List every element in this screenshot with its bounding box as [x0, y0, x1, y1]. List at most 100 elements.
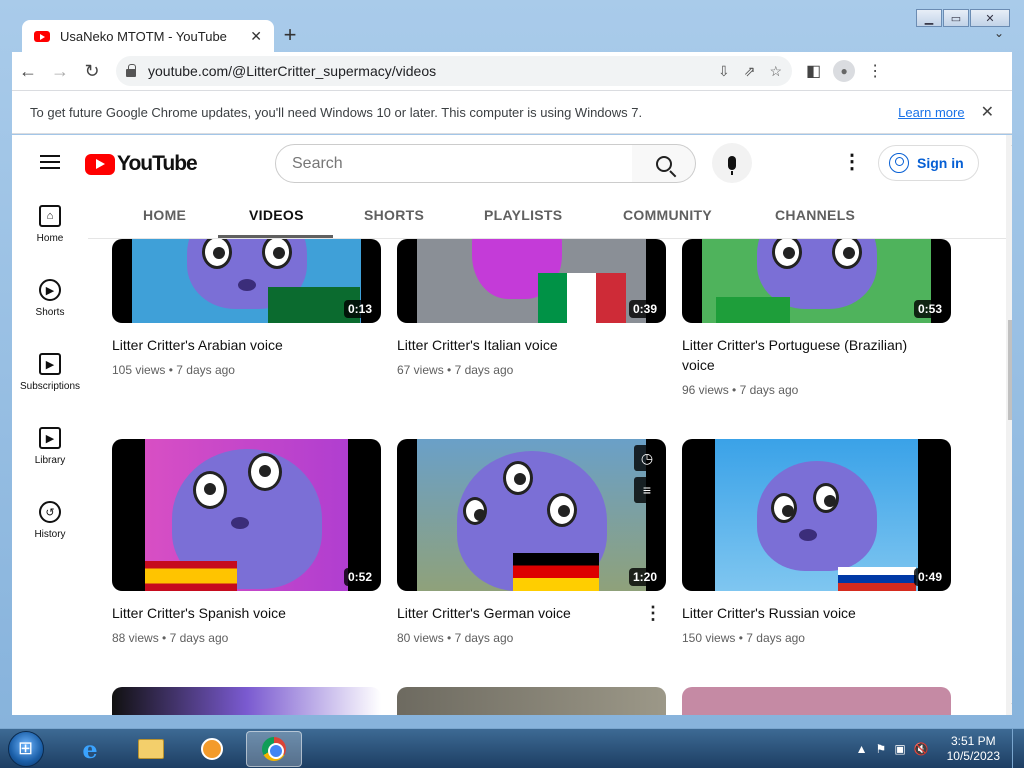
search-input[interactable]: Search — [275, 144, 633, 183]
video-thumbnail[interactable]: 0:13 — [112, 239, 381, 323]
network-icon[interactable]: ▣ — [894, 742, 905, 756]
meta-separator: • — [447, 363, 452, 377]
add-to-queue-icon[interactable]: ≡ — [634, 477, 660, 503]
meta-separator: • — [168, 363, 173, 377]
video-meta: 80 views • 7 days ago — [397, 631, 513, 645]
tab-title: UsaNeko MTOTM - YouTube — [60, 28, 227, 44]
start-button[interactable] — [8, 731, 44, 767]
folder-icon — [138, 739, 164, 759]
video-age: 7 days ago — [169, 631, 229, 645]
tab-close-icon[interactable]: ✕ — [250, 28, 262, 45]
update-infobar: To get future Google Chrome updates, you… — [12, 90, 1012, 134]
video-duration: 0:53 — [913, 300, 946, 318]
share-icon[interactable]: ⇗ — [744, 63, 756, 80]
video-title[interactable]: Litter Critter's German voice — [397, 603, 637, 623]
home-icon: ⌂ — [39, 205, 61, 227]
video-thumbnail[interactable] — [682, 687, 951, 715]
forward-button[interactable]: → — [44, 55, 76, 87]
infobar-close-icon[interactable]: ✕ — [981, 102, 994, 122]
taskbar-media-player[interactable] — [184, 731, 240, 767]
meta-separator: • — [162, 631, 167, 645]
volume-muted-icon[interactable]: 🔇 — [914, 742, 929, 756]
video-title[interactable]: Litter Critter's Russian voice — [682, 603, 922, 623]
video-actions-menu-icon[interactable]: ⋮ — [644, 603, 662, 624]
scroll-down-arrow-icon[interactable]: ▼ — [1010, 701, 1012, 710]
video-thumbnail[interactable] — [397, 687, 666, 715]
video-views: 96 views — [682, 383, 729, 397]
taskbar-internet-explorer[interactable]: e — [62, 731, 118, 767]
spain-flag-icon — [145, 561, 237, 591]
show-hidden-icons-icon[interactable]: ▲ — [856, 742, 868, 756]
new-tab-button[interactable]: + — [278, 24, 302, 46]
video-title[interactable]: Litter Critter's Portuguese (Brazilian) … — [682, 335, 922, 375]
chrome-menu-icon[interactable]: ⋮ — [867, 61, 883, 81]
system-tray: ▲ ⚑ ▣ 🔇 3:51 PM 10/5/2023 — [856, 729, 1024, 768]
side-panel-icon[interactable]: ◧ — [806, 61, 821, 81]
clock-date: 10/5/2023 — [946, 749, 1000, 763]
video-title[interactable]: Litter Critter's Arabian voice — [112, 335, 352, 355]
install-app-icon[interactable]: ⇩ — [718, 63, 730, 80]
video-thumbnail[interactable] — [112, 687, 381, 715]
tab-home[interactable]: HOME — [143, 207, 186, 223]
tab-channels[interactable]: CHANNELS — [775, 207, 855, 223]
tab-videos[interactable]: VIDEOS — [249, 207, 304, 223]
youtube-logo[interactable]: YouTube — [85, 152, 198, 176]
windows-taskbar: e ▲ ⚑ ▣ 🔇 3:51 PM 10/5/2023 — [0, 728, 1024, 768]
taskbar-chrome[interactable] — [246, 731, 302, 767]
voice-search-button[interactable] — [712, 143, 752, 183]
browser-tab[interactable]: UsaNeko MTOTM - YouTube ✕ — [22, 20, 274, 52]
show-desktop-button[interactable] — [1012, 729, 1024, 768]
video-views: 88 views — [112, 631, 159, 645]
sign-in-button[interactable]: Sign in — [878, 145, 979, 181]
bookmark-star-icon[interactable]: ☆ — [769, 63, 782, 80]
youtube-play-icon — [85, 153, 115, 175]
tab-search-button[interactable]: ⌄ — [994, 26, 1004, 40]
channel-tabs: HOME VIDEOS SHORTS PLAYLISTS COMMUNITY C… — [88, 191, 1012, 239]
chrome-icon — [262, 737, 286, 761]
back-button[interactable]: ← — [12, 55, 44, 87]
scroll-up-arrow-icon[interactable]: ▲ — [1010, 139, 1012, 148]
video-age: 7 days ago — [454, 363, 514, 377]
lock-icon[interactable] — [126, 64, 136, 77]
video-meta: 150 views • 7 days ago — [682, 631, 805, 645]
video-thumbnail[interactable]: 0:39 — [397, 239, 666, 323]
tab-strip: UsaNeko MTOTM - YouTube ✕ + ⌄ — [12, 12, 1012, 52]
profile-avatar-icon[interactable]: ● — [833, 60, 856, 82]
tab-playlists[interactable]: PLAYLISTS — [484, 207, 562, 223]
meta-separator: • — [732, 383, 737, 397]
tab-community[interactable]: COMMUNITY — [623, 207, 712, 223]
video-duration: 0:49 — [913, 568, 946, 586]
action-center-flag-icon[interactable]: ⚑ — [876, 742, 887, 756]
account-icon — [889, 153, 909, 173]
settings-more-icon[interactable]: ⋮ — [842, 151, 862, 173]
scrollbar-thumb[interactable] — [1008, 320, 1012, 420]
video-thumbnail[interactable]: ◷ ≡ 1:20 — [397, 439, 666, 591]
search-button[interactable] — [632, 144, 696, 183]
media-player-icon — [201, 738, 223, 760]
system-clock[interactable]: 3:51 PM 10/5/2023 — [947, 734, 1000, 764]
learn-more-link[interactable]: Learn more — [898, 105, 964, 120]
reload-button[interactable]: ↻ — [76, 55, 108, 87]
browser-window: ▁ ▭ ✕ UsaNeko MTOTM - YouTube ✕ + ⌄ ← → … — [0, 0, 1024, 728]
video-title[interactable]: Litter Critter's Spanish voice — [112, 603, 352, 623]
video-meta: 88 views • 7 days ago — [112, 631, 228, 645]
taskbar-file-explorer[interactable] — [123, 731, 179, 767]
address-bar[interactable]: youtube.com/@LitterCritter_supermacy/vid… — [116, 56, 792, 86]
video-thumbnail[interactable]: 0:49 — [682, 439, 951, 591]
hamburger-menu-icon[interactable] — [40, 155, 60, 169]
watch-later-icon[interactable]: ◷ — [634, 445, 660, 471]
youtube-logo-text: YouTube — [117, 152, 198, 175]
video-title[interactable]: Litter Critter's Italian voice — [397, 335, 637, 355]
video-thumbnail[interactable]: 0:53 — [682, 239, 951, 323]
video-duration: 0:39 — [628, 300, 661, 318]
brazil-flag-icon — [716, 297, 790, 323]
microphone-icon — [728, 156, 736, 175]
video-thumbnail[interactable]: 0:52 — [112, 439, 381, 591]
tab-shorts[interactable]: SHORTS — [364, 207, 424, 223]
page-scrollbar[interactable]: ▲ ▼ — [1006, 135, 1012, 715]
url-text[interactable]: youtube.com/@LitterCritter_supermacy/vid… — [148, 63, 718, 79]
clock-time: 3:51 PM — [950, 734, 996, 748]
russia-flag-icon — [838, 567, 916, 591]
active-tab-indicator — [218, 235, 333, 238]
meta-separator: • — [447, 631, 452, 645]
